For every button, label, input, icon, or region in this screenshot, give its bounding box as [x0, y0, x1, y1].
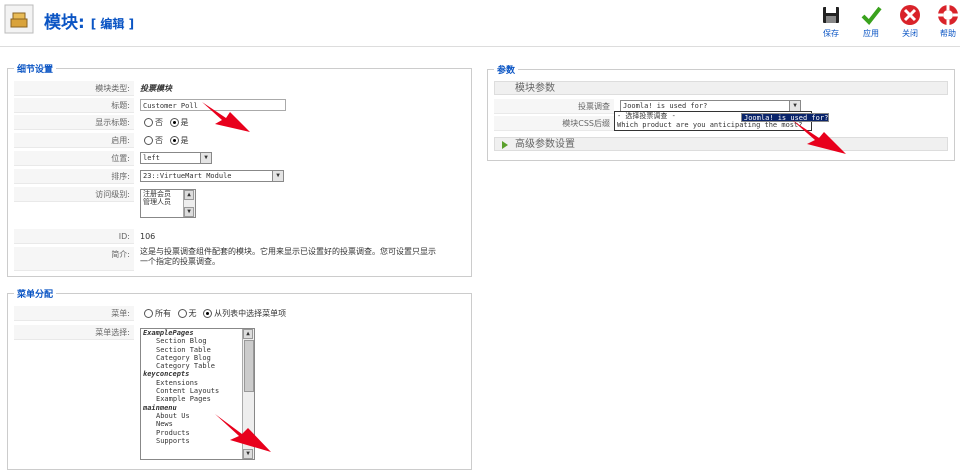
- access-scrollbar[interactable]: ▲ ▼: [183, 190, 195, 217]
- menu-row: 菜单: 所有 无 从列表中选择菜单项: [14, 306, 465, 321]
- access-listbox[interactable]: 公开 注册会员 管理人员 ▲ ▼: [140, 189, 196, 218]
- annotation-arrow-icon: [792, 120, 846, 154]
- scroll-up-icon[interactable]: ▲: [243, 329, 253, 339]
- save-icon: [823, 7, 839, 23]
- close-icon: [900, 5, 920, 25]
- menu-legend: 菜单分配: [14, 287, 57, 300]
- menu-all-radio[interactable]: [144, 309, 153, 318]
- order-row: 排序: 23::VirtueMart Module ▼: [14, 169, 465, 184]
- desc-row: 简介: 这是与投票调查组件配套的模块。它用来显示已设置好的投票调查。您可设置只显…: [14, 247, 465, 271]
- position-select[interactable]: left ▼: [140, 152, 212, 164]
- lifebuoy-icon: [938, 5, 958, 25]
- apply-button[interactable]: 应用: [856, 4, 886, 39]
- params-legend: 参数: [494, 63, 519, 76]
- annotation-arrow-icon: [215, 414, 271, 452]
- desc-text: 这是与投票调查组件配套的模块。它用来显示已设置好的投票调查。您可设置只显示 一个…: [140, 247, 436, 266]
- scroll-thumb[interactable]: [244, 340, 254, 392]
- enabled-yes-radio[interactable]: [169, 136, 179, 145]
- access-row: 访问级别: 公开 注册会员 管理人员 ▲ ▼: [14, 187, 465, 227]
- type-row: 模块类型: 投票模块: [14, 81, 465, 96]
- menu-list-item[interactable]: Example Pages: [141, 395, 254, 403]
- menu-list-item[interactable]: keyconcepts: [141, 370, 254, 378]
- order-select[interactable]: 23::VirtueMart Module ▼: [140, 170, 284, 182]
- enabled-no-radio[interactable]: [144, 136, 153, 145]
- id-value: 106: [140, 232, 156, 241]
- details-legend: 细节设置: [14, 62, 57, 75]
- page-subtitle: [ 编辑 ]: [90, 17, 135, 31]
- position-row: 位置: left ▼: [14, 151, 465, 166]
- module-params-header[interactable]: 模块参数: [494, 81, 948, 95]
- chevron-down-icon: ▼: [200, 153, 211, 163]
- menu-select-radio[interactable]: [203, 309, 213, 318]
- save-button[interactable]: 保存: [816, 4, 846, 39]
- id-row: ID: 106: [14, 229, 465, 244]
- menu-list-item[interactable]: Section Blog: [141, 337, 254, 345]
- menu-list-item[interactable]: Section Table: [141, 346, 254, 354]
- menu-list-item[interactable]: Category Table: [141, 362, 254, 370]
- annotation-arrow-icon: [202, 102, 250, 132]
- menu-list-item[interactable]: Extensions: [141, 379, 254, 387]
- scroll-down-icon[interactable]: ▼: [184, 207, 194, 217]
- type-value: 投票模块: [140, 84, 172, 93]
- enabled-row: 启用: 否 是: [14, 133, 465, 148]
- close-button[interactable]: 关闭: [895, 4, 925, 39]
- chevron-down-icon: ▼: [789, 101, 800, 111]
- show-title-yes-radio[interactable]: [169, 118, 179, 127]
- menu-list-item[interactable]: Content Layouts: [141, 387, 254, 395]
- page-header: 模块: [ 编辑 ] 保存 应用 关闭 帮助: [0, 0, 960, 47]
- advanced-params-header[interactable]: 高级参数设置: [494, 137, 948, 151]
- show-title-no-radio[interactable]: [144, 118, 153, 127]
- menu-list-item[interactable]: ExamplePages: [141, 329, 254, 337]
- menu-list-item[interactable]: Category Blog: [141, 354, 254, 362]
- module-icon: [4, 4, 34, 34]
- check-icon: [861, 6, 882, 26]
- menu-none-radio[interactable]: [177, 309, 187, 318]
- poll-dropdown-list[interactable]: - 选择投票调查 - Joomla! is used for? Which pr…: [614, 111, 830, 131]
- triangle-right-icon: [502, 141, 508, 149]
- scroll-up-icon[interactable]: ▲: [184, 190, 194, 200]
- help-button[interactable]: 帮助: [933, 4, 960, 39]
- menu-list-item[interactable]: mainmenu: [141, 404, 254, 412]
- page-title: 模块: [ 编辑 ]: [44, 13, 135, 33]
- chevron-down-icon: ▼: [272, 171, 283, 181]
